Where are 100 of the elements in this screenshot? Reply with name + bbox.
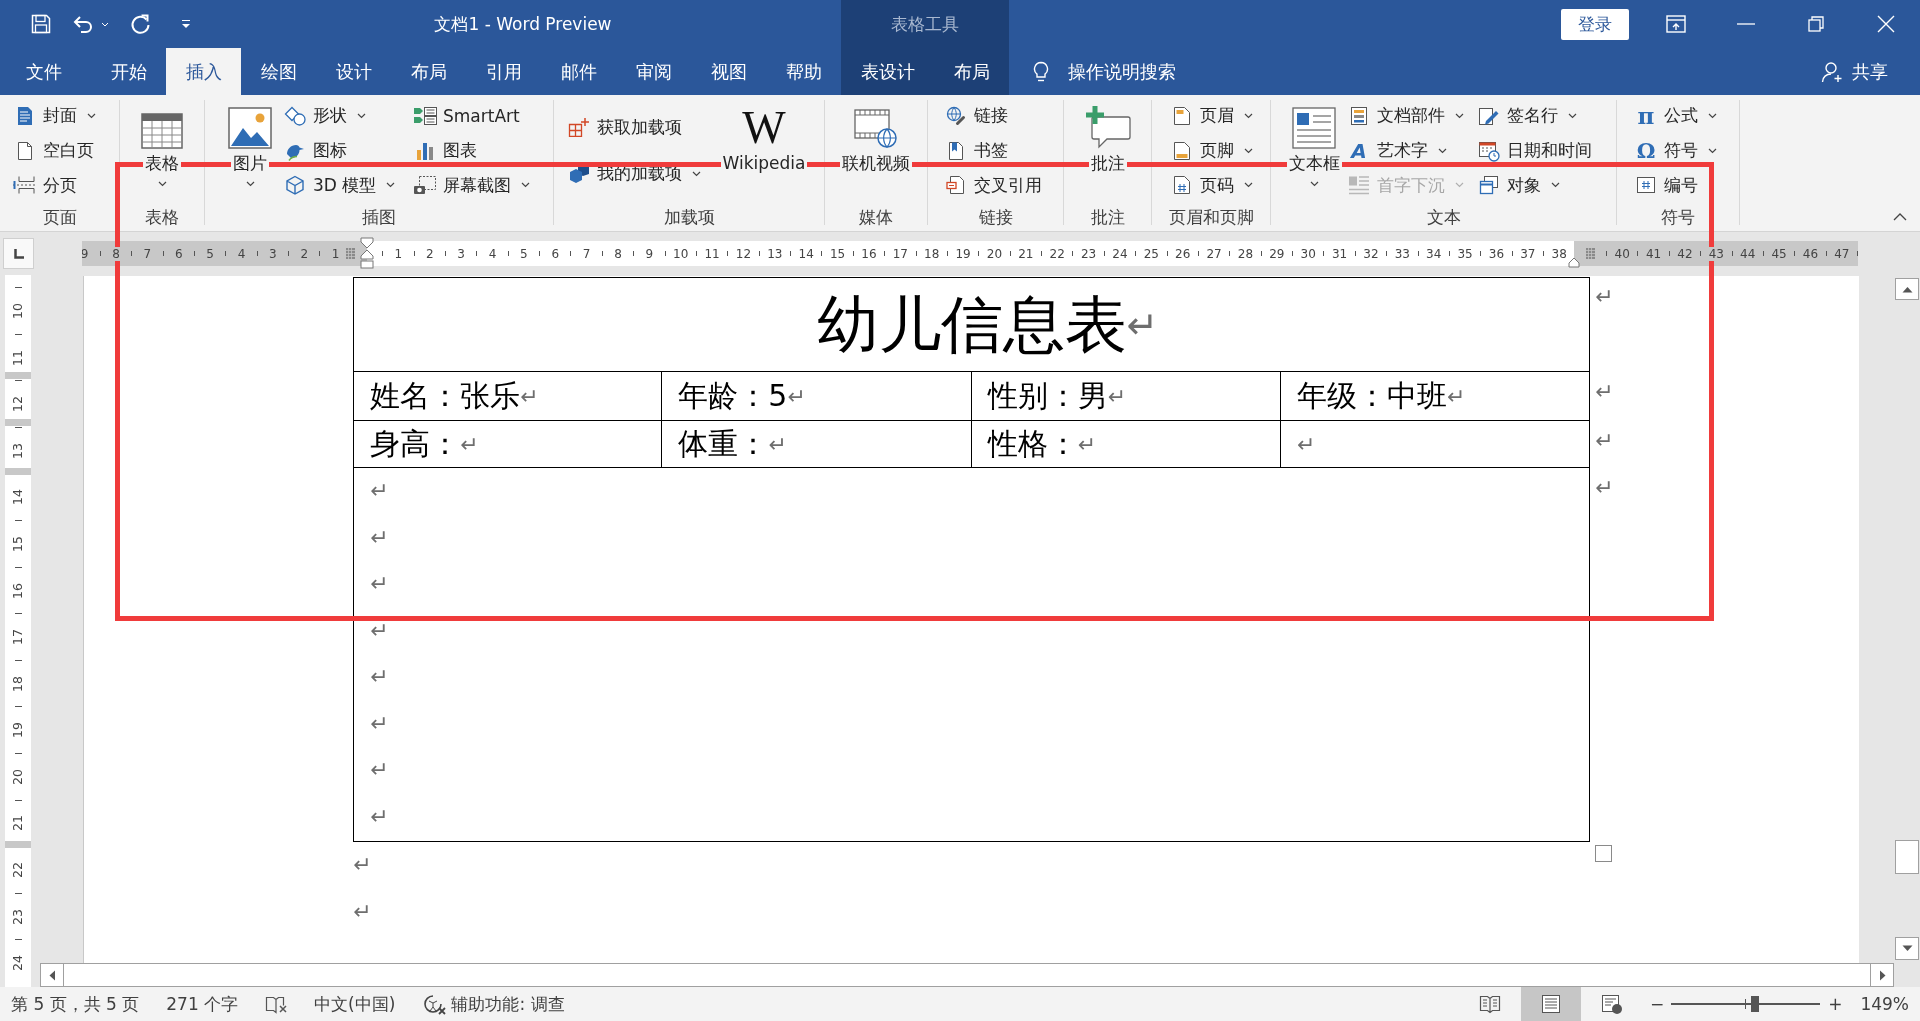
caret-down-icon[interactable]: [1309, 181, 1319, 187]
column-marker-icon[interactable]: [345, 248, 355, 259]
scroll-up-button[interactable]: [1895, 278, 1919, 300]
restore-icon[interactable]: [1808, 16, 1824, 32]
zoom-in-button[interactable]: +: [1828, 994, 1843, 1014]
ribbon-tab[interactable]: 布局: [391, 48, 466, 95]
language-indicator[interactable]: 中文(中国): [314, 992, 396, 1016]
ribbon-button[interactable]: 3D 模型: [282, 171, 396, 200]
column-marker-icon[interactable]: [1586, 248, 1596, 259]
ribbon-tab[interactable]: 插入: [166, 48, 241, 95]
caret-down-icon[interactable]: [357, 112, 366, 119]
tab-selector-button[interactable]: [3, 238, 34, 269]
zoom-out-button[interactable]: −: [1649, 994, 1665, 1014]
close-icon[interactable]: [1876, 15, 1895, 33]
ribbon-large-button[interactable]: 联机视频: [840, 106, 912, 177]
ribbon-button[interactable]: 对象: [1476, 171, 1560, 200]
ribbon-tab[interactable]: 表设计: [841, 48, 934, 95]
ribbon-button[interactable]: 页脚: [1169, 136, 1253, 165]
ribbon-button[interactable]: 交叉引用: [943, 171, 1042, 200]
ribbon-large-button[interactable]: 文本框: [1286, 106, 1342, 187]
ribbon-button[interactable]: 空白页: [12, 136, 94, 165]
sign-in-button[interactable]: 登录: [1561, 8, 1629, 40]
ribbon-tab[interactable]: 帮助: [766, 48, 841, 95]
caret-down-icon[interactable]: [1551, 182, 1560, 189]
ribbon-button[interactable]: 获取加载项: [566, 113, 682, 142]
caret-down-icon[interactable]: [1568, 112, 1577, 119]
ribbon-button[interactable]: π 公式: [1633, 101, 1717, 130]
scrollbar-thumb[interactable]: [1895, 840, 1919, 874]
ribbon-tab[interactable]: 邮件: [541, 48, 616, 95]
redo-icon[interactable]: [129, 13, 151, 35]
ruler-number: 34: [1426, 246, 1442, 261]
ribbon-button[interactable]: 形状: [282, 101, 366, 130]
ribbon-large-button[interactable]: 图片: [228, 106, 272, 187]
tell-me-search[interactable]: 操作说明搜索: [1033, 48, 1176, 95]
caret-down-icon[interactable]: [1244, 182, 1253, 189]
caret-down-icon[interactable]: [1708, 147, 1717, 154]
caret-down-icon[interactable]: [1708, 112, 1717, 119]
scrollbar-thumb[interactable]: [64, 963, 1870, 987]
caret-down-icon[interactable]: [1244, 112, 1253, 119]
ribbon-button[interactable]: SmartArt: [412, 101, 520, 130]
ribbon-tab[interactable]: 审阅: [616, 48, 691, 95]
table-row-marker[interactable]: [5, 419, 31, 426]
ribbon-tab[interactable]: 文件: [6, 48, 81, 95]
indent-marker-icon[interactable]: [360, 237, 374, 269]
view-mode-button[interactable]: [1600, 994, 1623, 1014]
ribbon-button[interactable]: A 艺术字: [1346, 136, 1447, 165]
save-icon[interactable]: [31, 14, 51, 34]
caret-down-icon[interactable]: [386, 182, 396, 189]
table-row-marker[interactable]: [5, 841, 31, 848]
caret-down-icon[interactable]: [1438, 147, 1447, 154]
caret-down-icon[interactable]: [692, 170, 701, 177]
ruler-number: 5: [520, 246, 528, 261]
ribbon-large-button[interactable]: 表格: [141, 106, 183, 187]
ribbon-tab[interactable]: 设计: [316, 48, 391, 95]
zoom-slider-thumb[interactable]: [1750, 996, 1759, 1012]
page-indicator[interactable]: 第 5 页，共 5 页: [11, 992, 140, 1016]
accessibility-checker-button[interactable]: 辅助功能: 调查: [424, 992, 565, 1016]
table-resize-handle[interactable]: [1595, 845, 1612, 862]
ribbon-large-button[interactable]: W Wikipedia: [720, 106, 808, 177]
table-row-marker[interactable]: [5, 372, 31, 379]
share-button[interactable]: 共享: [1821, 48, 1888, 95]
ribbon-button[interactable]: 日期和时间: [1476, 136, 1592, 165]
customize-menu-icon[interactable]: [181, 19, 191, 29]
ribbon-tab[interactable]: 布局: [934, 48, 1009, 95]
ribbon-button[interactable]: 编号: [1633, 171, 1698, 200]
collapse-ribbon-icon[interactable]: [1893, 213, 1907, 221]
caret-down-icon[interactable]: [521, 182, 530, 189]
caret-down-icon[interactable]: [1244, 147, 1253, 154]
ribbon-button[interactable]: Ω 符号: [1633, 136, 1717, 165]
view-mode-button[interactable]: [1520, 987, 1581, 1021]
scroll-left-button[interactable]: [40, 963, 64, 987]
ribbon-button[interactable]: 文档部件: [1346, 101, 1464, 130]
right-indent-marker-icon[interactable]: [1568, 257, 1580, 268]
book-x-icon[interactable]: [265, 994, 290, 1014]
scroll-right-button[interactable]: [1870, 963, 1894, 987]
ribbon-button[interactable]: 图标: [282, 136, 347, 165]
ribbon-large-button[interactable]: 批注: [1084, 106, 1131, 177]
view-mode-button[interactable]: [1478, 994, 1501, 1014]
ribbon-tab[interactable]: 视图: [691, 48, 766, 95]
word-count[interactable]: 271 个字: [166, 992, 239, 1016]
table-row-marker[interactable]: [5, 468, 31, 475]
ribbon-tab[interactable]: 引用: [466, 48, 541, 95]
ribbon-button[interactable]: 书签: [943, 136, 1008, 165]
caret-down-icon[interactable]: [245, 181, 255, 187]
ribbon-button[interactable]: 链接: [943, 101, 1008, 130]
ribbon-button[interactable]: 封面: [12, 101, 96, 130]
zoom-level-button[interactable]: 149%: [1860, 994, 1909, 1014]
ribbon-display-options-icon[interactable]: [1666, 15, 1686, 33]
ribbon-tab[interactable]: 开始: [91, 48, 166, 95]
ribbon-button[interactable]: 分页: [12, 171, 77, 200]
caret-down-icon[interactable]: [157, 181, 167, 187]
ribbon-button[interactable]: 图表: [412, 136, 477, 165]
ribbon-tab[interactable]: 绘图: [241, 48, 316, 95]
ribbon-button[interactable]: 签名行: [1476, 101, 1577, 130]
caret-down-icon[interactable]: [1455, 112, 1464, 119]
scroll-down-button[interactable]: [1895, 937, 1919, 960]
ribbon-button[interactable]: 屏幕截图: [412, 171, 530, 200]
ribbon-button[interactable]: 页眉: [1169, 101, 1253, 130]
caret-down-icon[interactable]: [87, 112, 96, 119]
ribbon-button[interactable]: 页码: [1169, 171, 1253, 200]
